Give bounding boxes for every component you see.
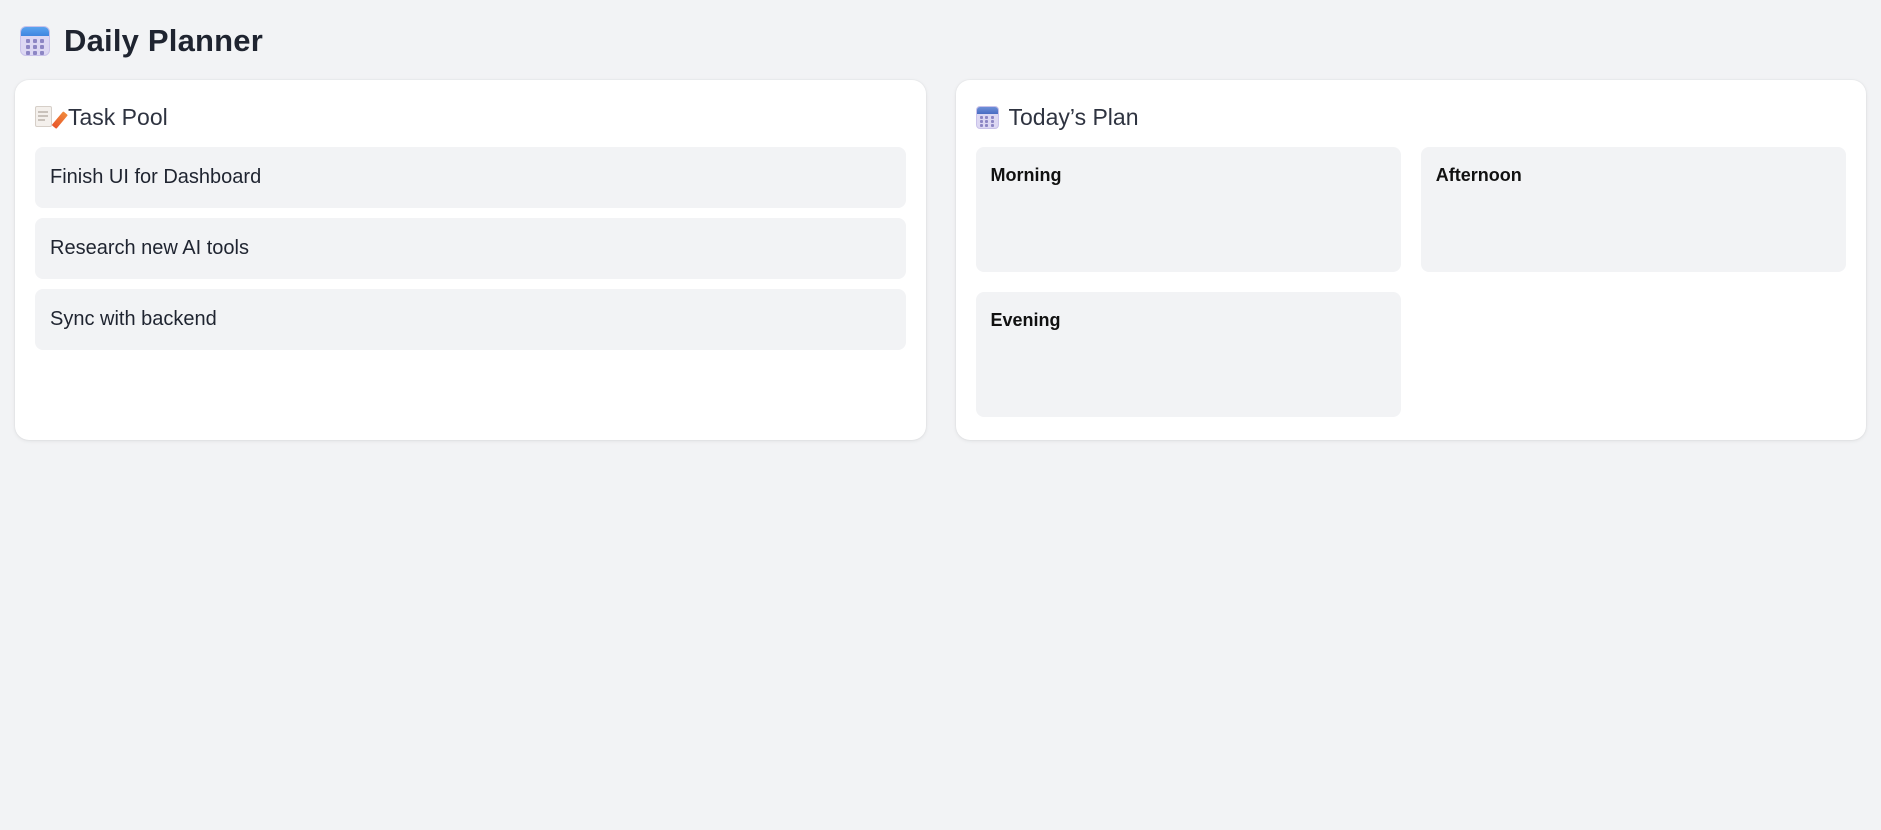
calendar-icon [975,105,999,129]
slot-label: Morning [990,165,1062,185]
task-pool-title: Task Pool [68,103,168,130]
task-pool-panel: Task Pool Finish UI for Dashboard Resear… [15,80,926,440]
slot-afternoon[interactable]: Afternoon [1420,147,1846,272]
calendar-icon [20,26,50,56]
page-header: Daily Planner [15,20,1866,62]
todays-plan-panel: Today’s Plan Morning Afternoon Evening [955,80,1866,440]
memo-icon [35,105,68,129]
task-item[interactable]: Research new AI tools [35,218,906,279]
task-pool-header: Task Pool [35,102,906,132]
task-item[interactable]: Sync with backend [35,289,906,350]
todays-plan-title: Today’s Plan [1008,103,1139,130]
task-list: Finish UI for Dashboard Research new AI … [35,147,906,350]
app: Daily Planner Task Pool Finish UI for Da… [0,0,1881,460]
panels: Task Pool Finish UI for Dashboard Resear… [15,80,1866,440]
slot-morning[interactable]: Morning [975,147,1401,272]
slot-label: Afternoon [1435,165,1522,185]
task-item[interactable]: Finish UI for Dashboard [35,147,906,208]
slot-label: Evening [990,310,1061,330]
page-title: Daily Planner [64,23,264,58]
todays-plan-header: Today’s Plan [975,102,1847,132]
time-slots: Morning Afternoon Evening [975,147,1846,417]
slot-evening[interactable]: Evening [975,292,1401,417]
